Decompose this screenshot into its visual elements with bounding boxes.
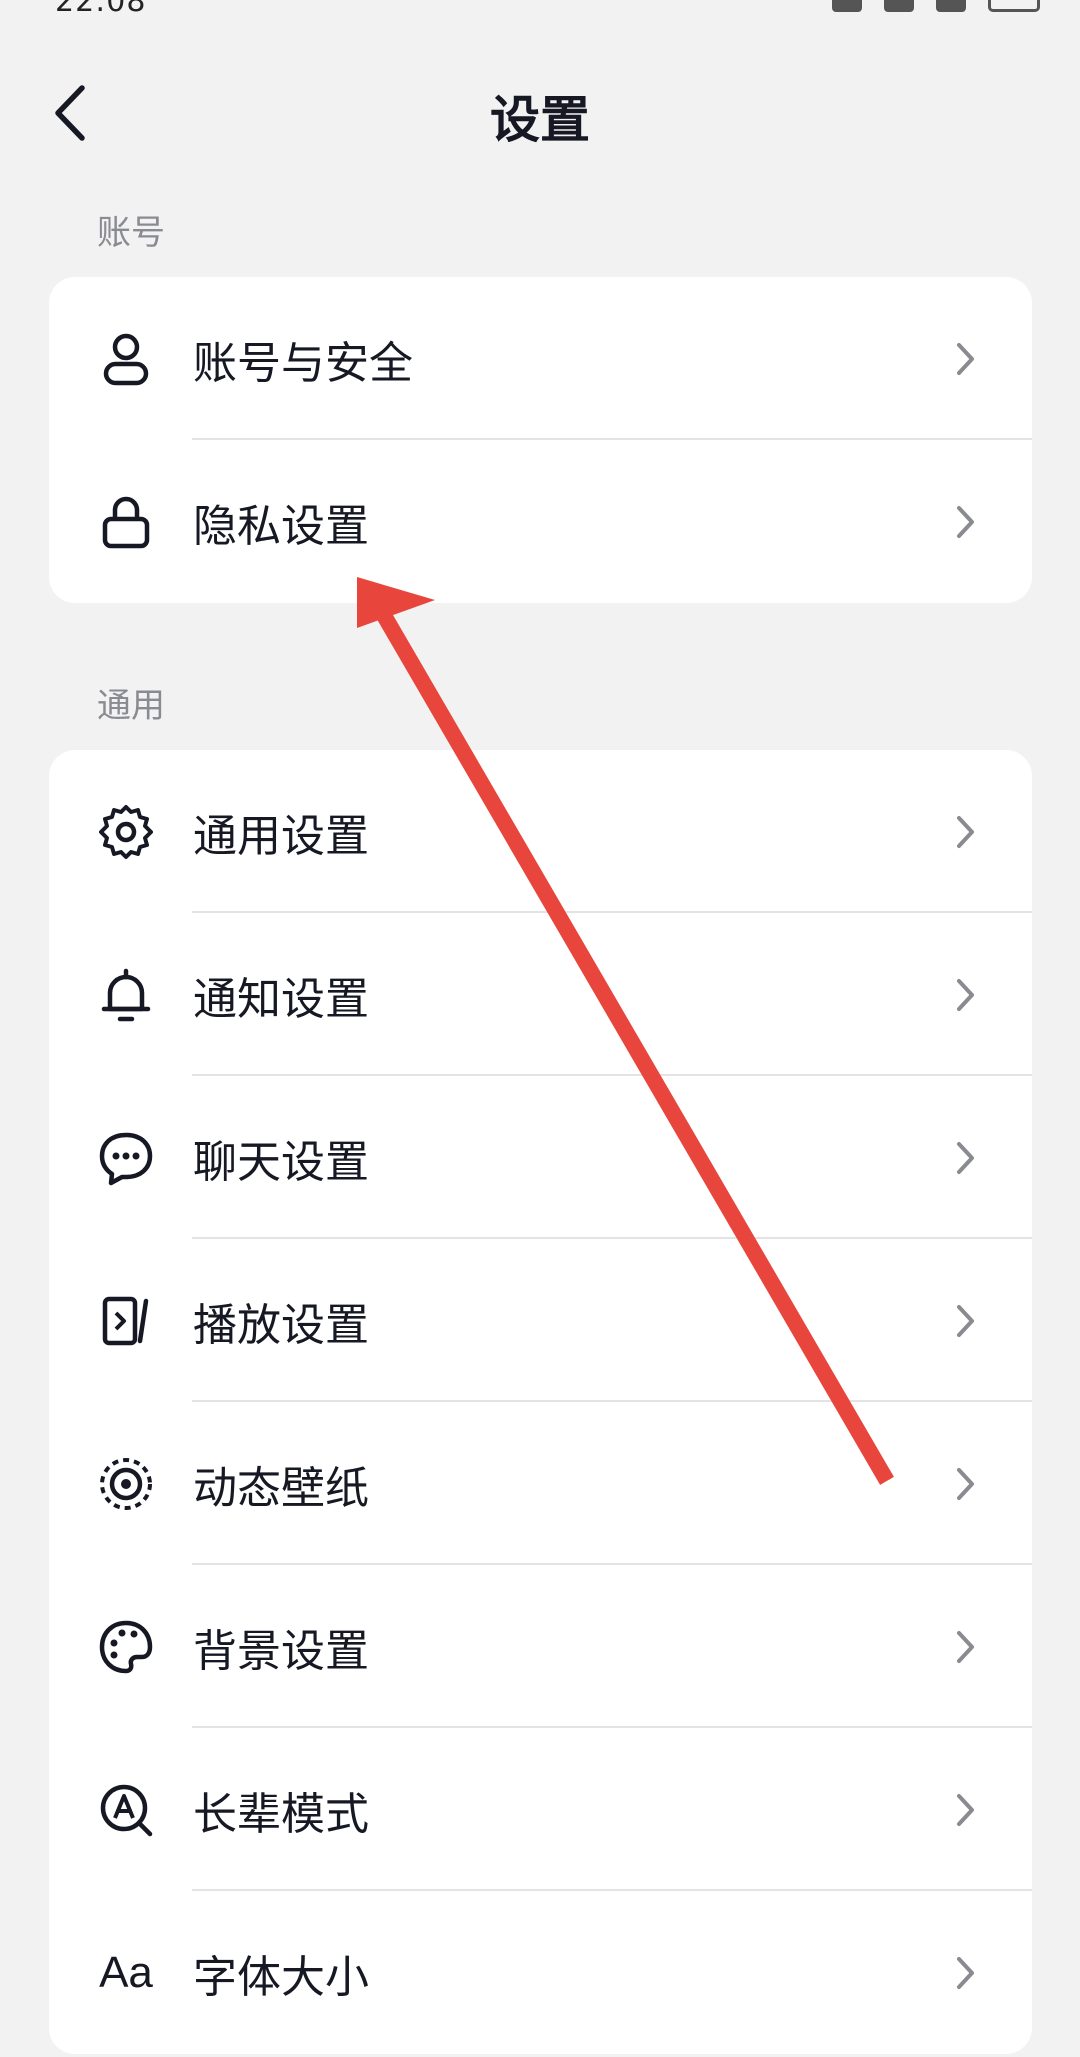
- play-screen-icon: [96, 1291, 156, 1351]
- row-background-settings[interactable]: 背景设置: [49, 1565, 1032, 1728]
- lock-icon: [96, 492, 156, 552]
- row-chat-settings[interactable]: 聊天设置: [49, 1076, 1032, 1239]
- chevron-right-icon: [957, 505, 974, 538]
- header: 设置: [0, 60, 1080, 170]
- row-label: 通用设置: [193, 810, 369, 862]
- row-account-security[interactable]: 账号与安全: [49, 277, 1032, 440]
- section-label-account: 账号: [97, 213, 165, 253]
- row-label: 通知设置: [193, 973, 369, 1025]
- row-notification-settings[interactable]: 通知设置: [49, 913, 1032, 1076]
- row-label: 播放设置: [193, 1299, 369, 1351]
- row-privacy-settings[interactable]: 隐私设置: [49, 440, 1032, 603]
- bell-icon: [96, 965, 156, 1025]
- row-label: 隐私设置: [193, 500, 369, 552]
- mute-icon: [832, 0, 862, 12]
- chevron-right-icon: [957, 1793, 974, 1826]
- row-label: 字体大小: [193, 1951, 369, 2003]
- font-size-glyph: Aa: [99, 1947, 153, 1997]
- chat-bubble-icon: [96, 1128, 156, 1188]
- row-label: 背景设置: [193, 1625, 369, 1677]
- palette-icon: [96, 1617, 156, 1677]
- row-live-wallpaper[interactable]: 动态壁纸: [49, 1402, 1032, 1565]
- row-label: 动态壁纸: [193, 1462, 369, 1514]
- row-elder-mode[interactable]: 长辈模式: [49, 1728, 1032, 1891]
- status-time: 22:08: [55, 0, 147, 19]
- chevron-right-icon: [957, 1304, 974, 1337]
- row-label: 账号与安全: [193, 337, 413, 389]
- row-general-settings[interactable]: 通用设置: [49, 750, 1032, 913]
- general-card: 通用设置 通知设置 聊天设置 播放设置 动态壁纸 背景设置 长辈模式 Aa 字体…: [49, 750, 1032, 2054]
- gear-icon: [96, 802, 156, 862]
- wifi-icon: [884, 0, 914, 12]
- status-bar: 22:08: [0, 0, 1080, 20]
- live-wallpaper-icon: [96, 1454, 156, 1514]
- row-label: 长辈模式: [193, 1788, 369, 1840]
- battery-icon: [988, 0, 1040, 12]
- chevron-right-icon: [957, 815, 974, 848]
- chevron-right-icon: [957, 1141, 974, 1174]
- elder-mode-icon: [96, 1780, 156, 1840]
- row-font-size[interactable]: Aa 字体大小: [49, 1891, 1032, 2054]
- row-label: 聊天设置: [193, 1136, 369, 1188]
- font-size-icon: Aa: [96, 1943, 156, 2003]
- chevron-right-icon: [957, 342, 974, 375]
- status-icons: [832, 0, 1040, 12]
- page-title: 设置: [490, 91, 590, 149]
- account-card: 账号与安全 隐私设置: [49, 277, 1032, 603]
- person-icon: [96, 329, 156, 389]
- chevron-right-icon: [957, 1467, 974, 1500]
- section-label-general: 通用: [97, 686, 165, 726]
- signal-icon: [936, 0, 966, 12]
- chevron-right-icon: [957, 1956, 974, 1989]
- chevron-right-icon: [957, 978, 974, 1011]
- row-playback-settings[interactable]: 播放设置: [49, 1239, 1032, 1402]
- chevron-right-icon: [957, 1630, 974, 1663]
